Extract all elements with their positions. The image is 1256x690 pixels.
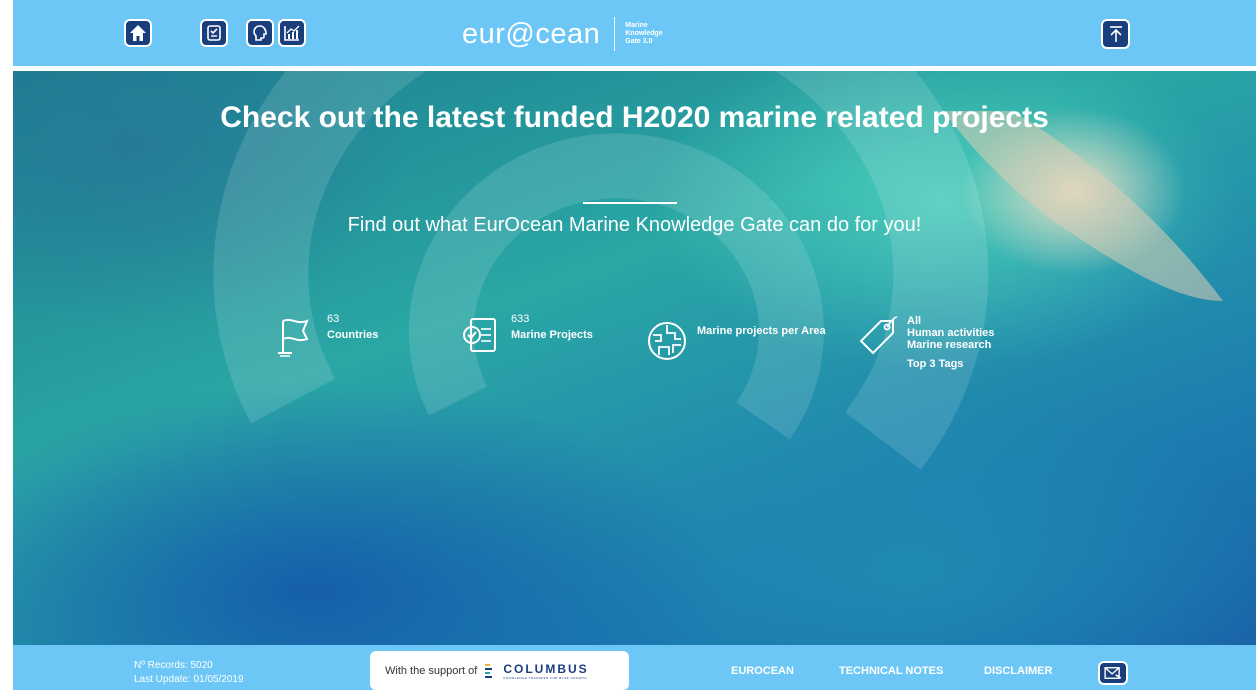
statistics-icon (284, 25, 300, 41)
records-info: Nº Records: 5020 Last Update: 01/05/2019 (134, 659, 244, 687)
columbus-mark-icon (485, 663, 493, 678)
logo-wordmark: eur@cean (462, 17, 601, 50)
footer-link-technical-notes[interactable]: TECHNICAL NOTES (839, 665, 943, 677)
footer-link-disclaimer[interactable]: DISCLAIMER (984, 665, 1052, 677)
map-area-icon (648, 322, 686, 360)
tag-human-activities: Human activities (907, 327, 995, 339)
stat-projects-value: 633 (511, 313, 530, 325)
support-text: With the support of (385, 664, 478, 677)
logo-divider (614, 17, 616, 51)
tag-marine-research: Marine research (907, 339, 992, 351)
stat-marine-projects[interactable]: 633 Marine Projects (459, 313, 593, 357)
stat-area-label: Marine projects per Area (697, 325, 826, 337)
knowledge-icon (253, 25, 267, 41)
stat-top-tags[interactable]: All Human activities Marine research Top… (855, 315, 994, 370)
projects-icon (207, 25, 221, 41)
title-underline (583, 202, 677, 204)
stat-projects-label: Marine Projects (511, 329, 593, 341)
projects-button[interactable] (200, 19, 228, 47)
tag-all: All (907, 315, 922, 327)
stat-projects-per-area[interactable]: Marine projects per Area (645, 319, 826, 363)
stat-countries-label: Countries (327, 329, 379, 341)
top-navigation-bar: eur@cean Marine Knowledge Gate 3.0 (13, 0, 1256, 66)
last-update: Last Update: 01/05/2019 (134, 674, 244, 685)
footer-link-eurocean[interactable]: EUROCEAN (731, 665, 794, 677)
hero-subtitle: Find out what EurOcean Marine Knowledge … (347, 214, 922, 236)
stat-countries-value: 63 (327, 313, 340, 325)
eurocean-logo[interactable]: eur@cean Marine Knowledge Gate 3.0 (462, 16, 663, 52)
hero-banner: Check out the latest funded H2020 marine… (13, 71, 1256, 645)
contact-button[interactable] (1098, 661, 1128, 685)
knowledge-button[interactable] (246, 19, 274, 47)
records-count: Nº Records: 5020 (134, 660, 213, 671)
support-banner[interactable]: With the support of COLUMBUS KNOWLEDGE T… (370, 651, 629, 690)
home-icon (130, 25, 146, 41)
footer-bar: Nº Records: 5020 Last Update: 01/05/2019… (13, 645, 1256, 690)
stat-countries[interactable]: 63 Countries (275, 313, 378, 357)
logo-watermark (213, 71, 1223, 470)
document-check-icon (463, 318, 496, 352)
statistics-button[interactable] (278, 19, 306, 47)
back-to-top-button[interactable] (1101, 19, 1130, 49)
flag-icon (278, 318, 309, 357)
stat-tags-label: Top 3 Tags (907, 358, 964, 370)
hero-title: Check out the latest funded H2020 marine… (220, 101, 1049, 134)
columbus-logo: COLUMBUS KNOWLEDGE TRANSFER FOR BLUE GRO… (483, 662, 588, 680)
columbus-wordmark: COLUMBUS (503, 661, 589, 676)
home-button[interactable] (124, 19, 152, 47)
columbus-tagline: KNOWLEDGE TRANSFER FOR BLUE GROWTH (503, 675, 588, 680)
arrow-up-icon (1109, 26, 1122, 42)
logo-subtitle: Marine Knowledge Gate 3.0 (625, 22, 663, 45)
tag-icon (859, 316, 898, 355)
mail-icon (1104, 667, 1122, 679)
